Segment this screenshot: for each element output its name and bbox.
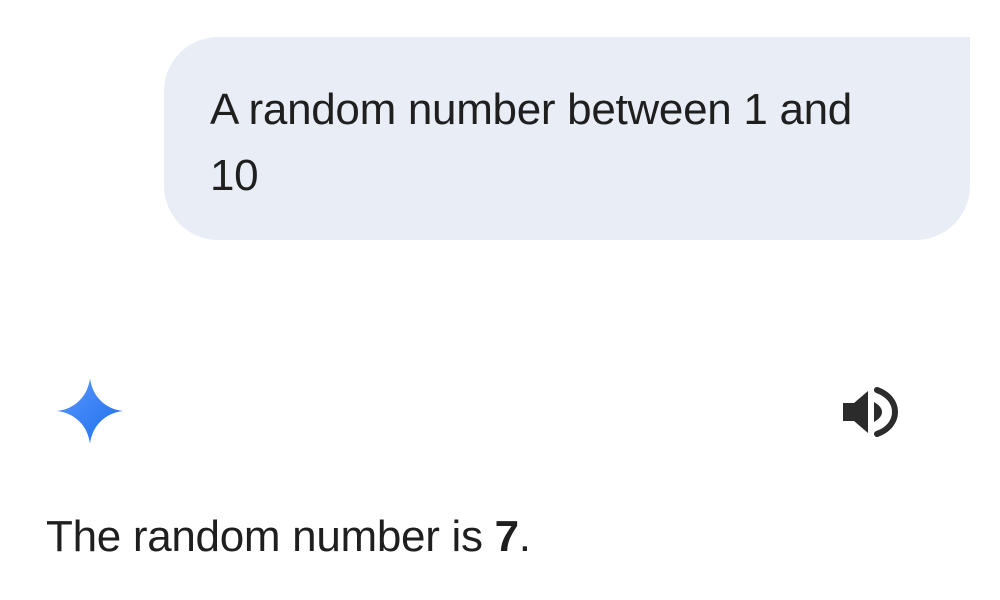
assistant-response: The random number is 7. <box>46 508 531 566</box>
user-message-text: A random number between 1 and 10 <box>210 85 852 200</box>
speaker-icon[interactable] <box>840 386 898 438</box>
response-suffix: . <box>518 512 531 561</box>
gemini-sparkle-icon <box>57 378 123 444</box>
response-prefix: The random number is <box>46 512 495 561</box>
chat-screen: A random number between 1 and 10 The ran… <box>0 0 1000 600</box>
response-value: 7 <box>494 512 519 561</box>
user-message-bubble: A random number between 1 and 10 <box>164 37 970 240</box>
